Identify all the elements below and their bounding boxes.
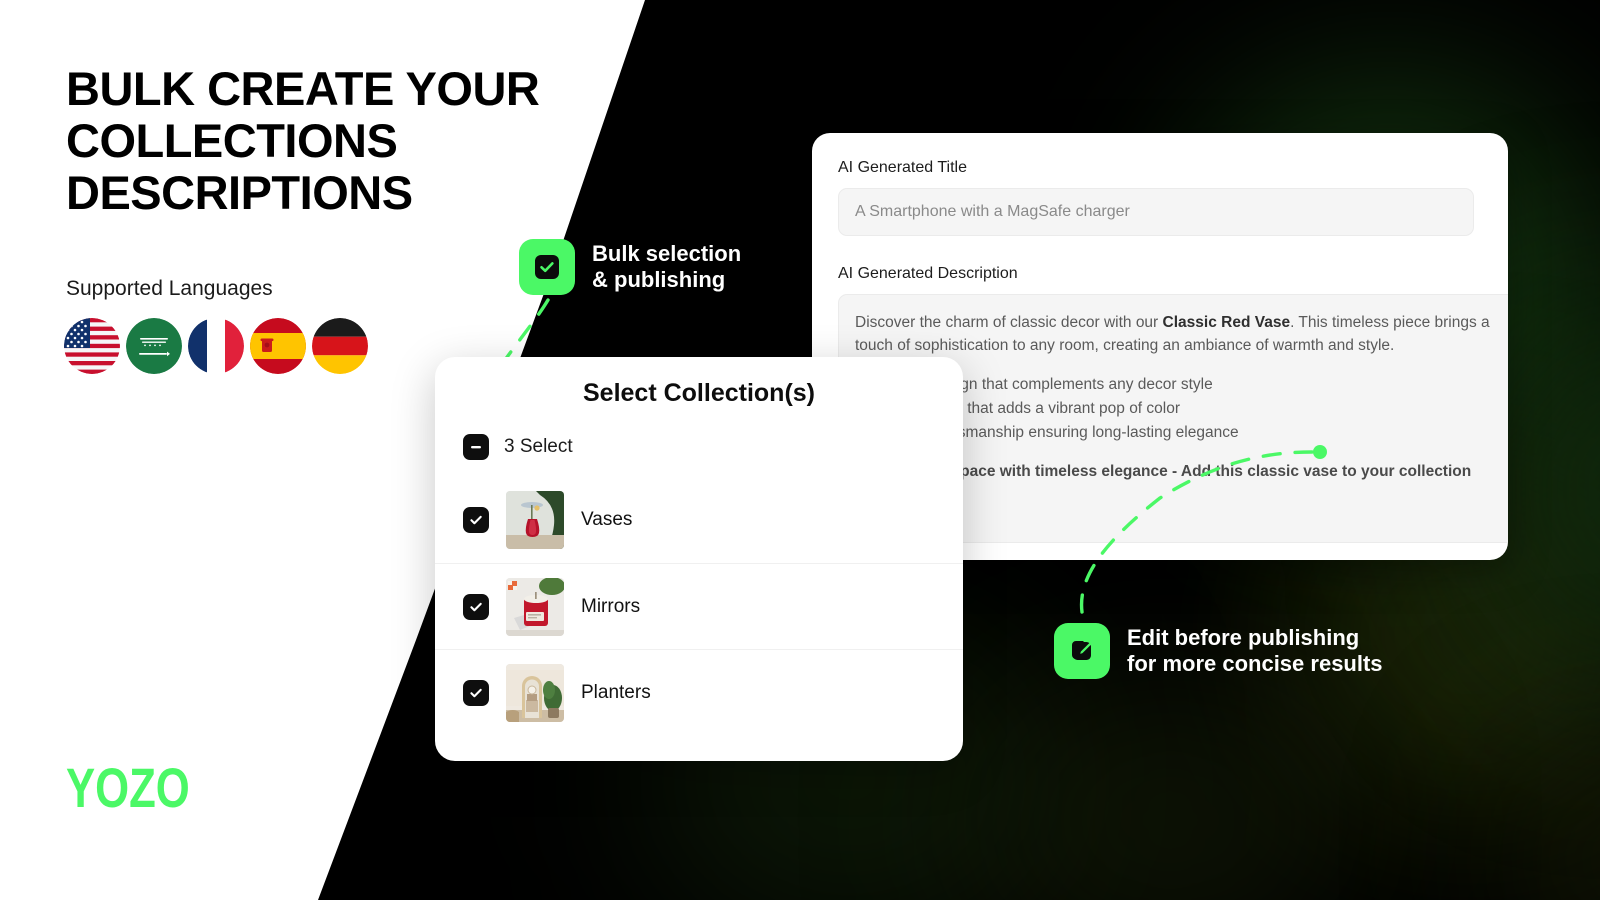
flag-saudi-arabia-icon — [126, 318, 182, 374]
yozo-logo: YOZO — [66, 756, 190, 819]
red-vase-thumbnail — [506, 491, 564, 549]
callout-edit-label: Edit before publishing for more concise … — [1127, 625, 1383, 676]
collection-checkbox[interactable] — [463, 593, 489, 620]
collection-name: Mirrors — [581, 595, 641, 617]
callout-bulk-selection: Bulk selection & publishing — [519, 239, 741, 295]
background-glow — [980, 690, 1360, 900]
select-all-row[interactable]: 3 Select — [463, 434, 963, 460]
desc-intro-bold: Classic Red Vase — [1162, 314, 1291, 331]
select-all-checkbox-indeterminate[interactable] — [463, 434, 489, 460]
select-all-label: 3 Select — [504, 436, 573, 457]
callout-edit-before-publishing: Edit before publishing for more concise … — [1054, 623, 1383, 679]
collection-checkbox[interactable] — [463, 679, 489, 706]
page-title: BULK CREATE YOUR COLLECTIONS DESCRIPTION… — [66, 62, 540, 219]
background-glow — [1520, 760, 1600, 900]
collection-checkbox[interactable] — [463, 507, 489, 533]
ai-description-bullets: Elegant design that complements any deco… — [875, 373, 1508, 444]
red-candle-thumbnail — [506, 577, 564, 636]
list-item: Quality craftsmanship ensuring long-last… — [875, 421, 1508, 444]
ai-title-label: AI Generated Title — [838, 159, 967, 176]
callout-bulk-label: Bulk selection & publishing — [592, 241, 742, 292]
desc-intro-before: Discover the charm of classic decor with… — [855, 314, 1163, 331]
ai-description-intro: Discover the charm of classic decor with… — [855, 311, 1508, 357]
flag-germany-icon — [312, 318, 368, 374]
list-item[interactable]: Vases — [435, 477, 963, 563]
collection-name: Planters — [581, 681, 651, 703]
collection-name: Vases — [581, 509, 633, 530]
supported-languages-label: Supported Languages — [66, 277, 273, 300]
list-item: Rich red hue that adds a vibrant pop of … — [875, 397, 1508, 420]
arch-mirror-bedroom-thumbnail — [506, 663, 564, 722]
collections-list: Vases Mirrors Planters — [435, 477, 963, 735]
ai-title-input[interactable]: A Smartphone with a MagSafe charger — [838, 188, 1474, 236]
promo-banner: BULK CREATE YOUR COLLECTIONS DESCRIPTION… — [0, 0, 1600, 900]
list-item[interactable]: Planters — [435, 649, 963, 735]
flag-spain-icon — [250, 318, 306, 374]
list-item[interactable]: Mirrors — [435, 563, 963, 649]
select-collections-dialog: Select Collection(s) 3 Select Vases Mirr… — [435, 357, 963, 761]
edit-pencil-square-icon — [1054, 623, 1110, 679]
supported-languages-flags — [64, 318, 368, 374]
ai-description-label: AI Generated Description — [838, 265, 1018, 282]
flag-united-states-icon — [64, 318, 120, 374]
list-item: Elegant design that complements any deco… — [875, 373, 1508, 396]
dialog-title: Select Collection(s) — [583, 379, 815, 407]
checkbox-checked-icon — [519, 239, 575, 295]
flag-france-icon — [188, 318, 244, 374]
